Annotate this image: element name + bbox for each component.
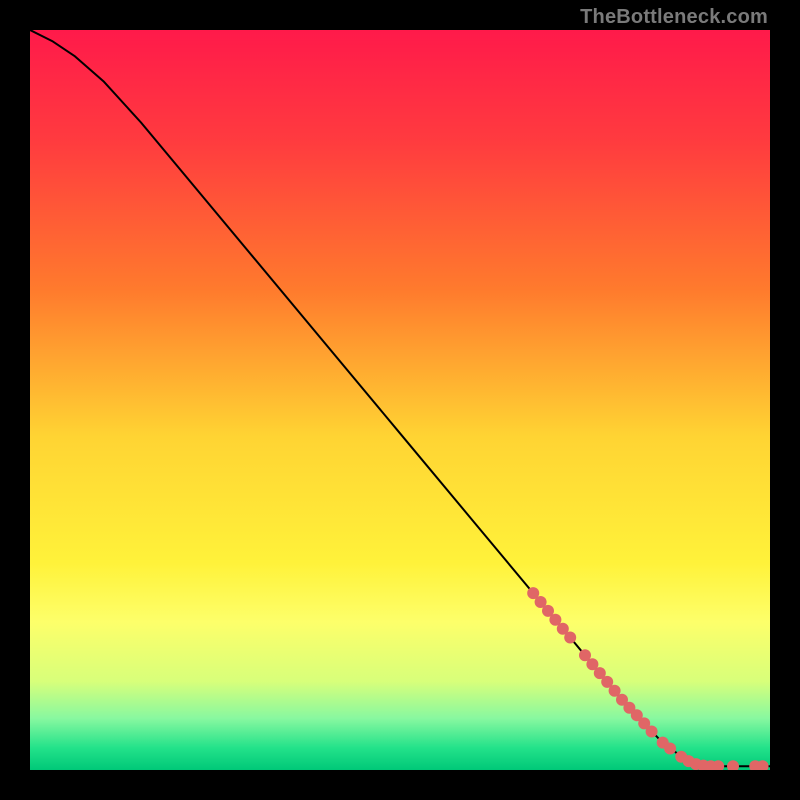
chart-frame: TheBottleneck.com [0,0,800,800]
watermark-text: TheBottleneck.com [580,6,768,29]
gradient-background [30,30,770,770]
plot-area [30,30,770,770]
